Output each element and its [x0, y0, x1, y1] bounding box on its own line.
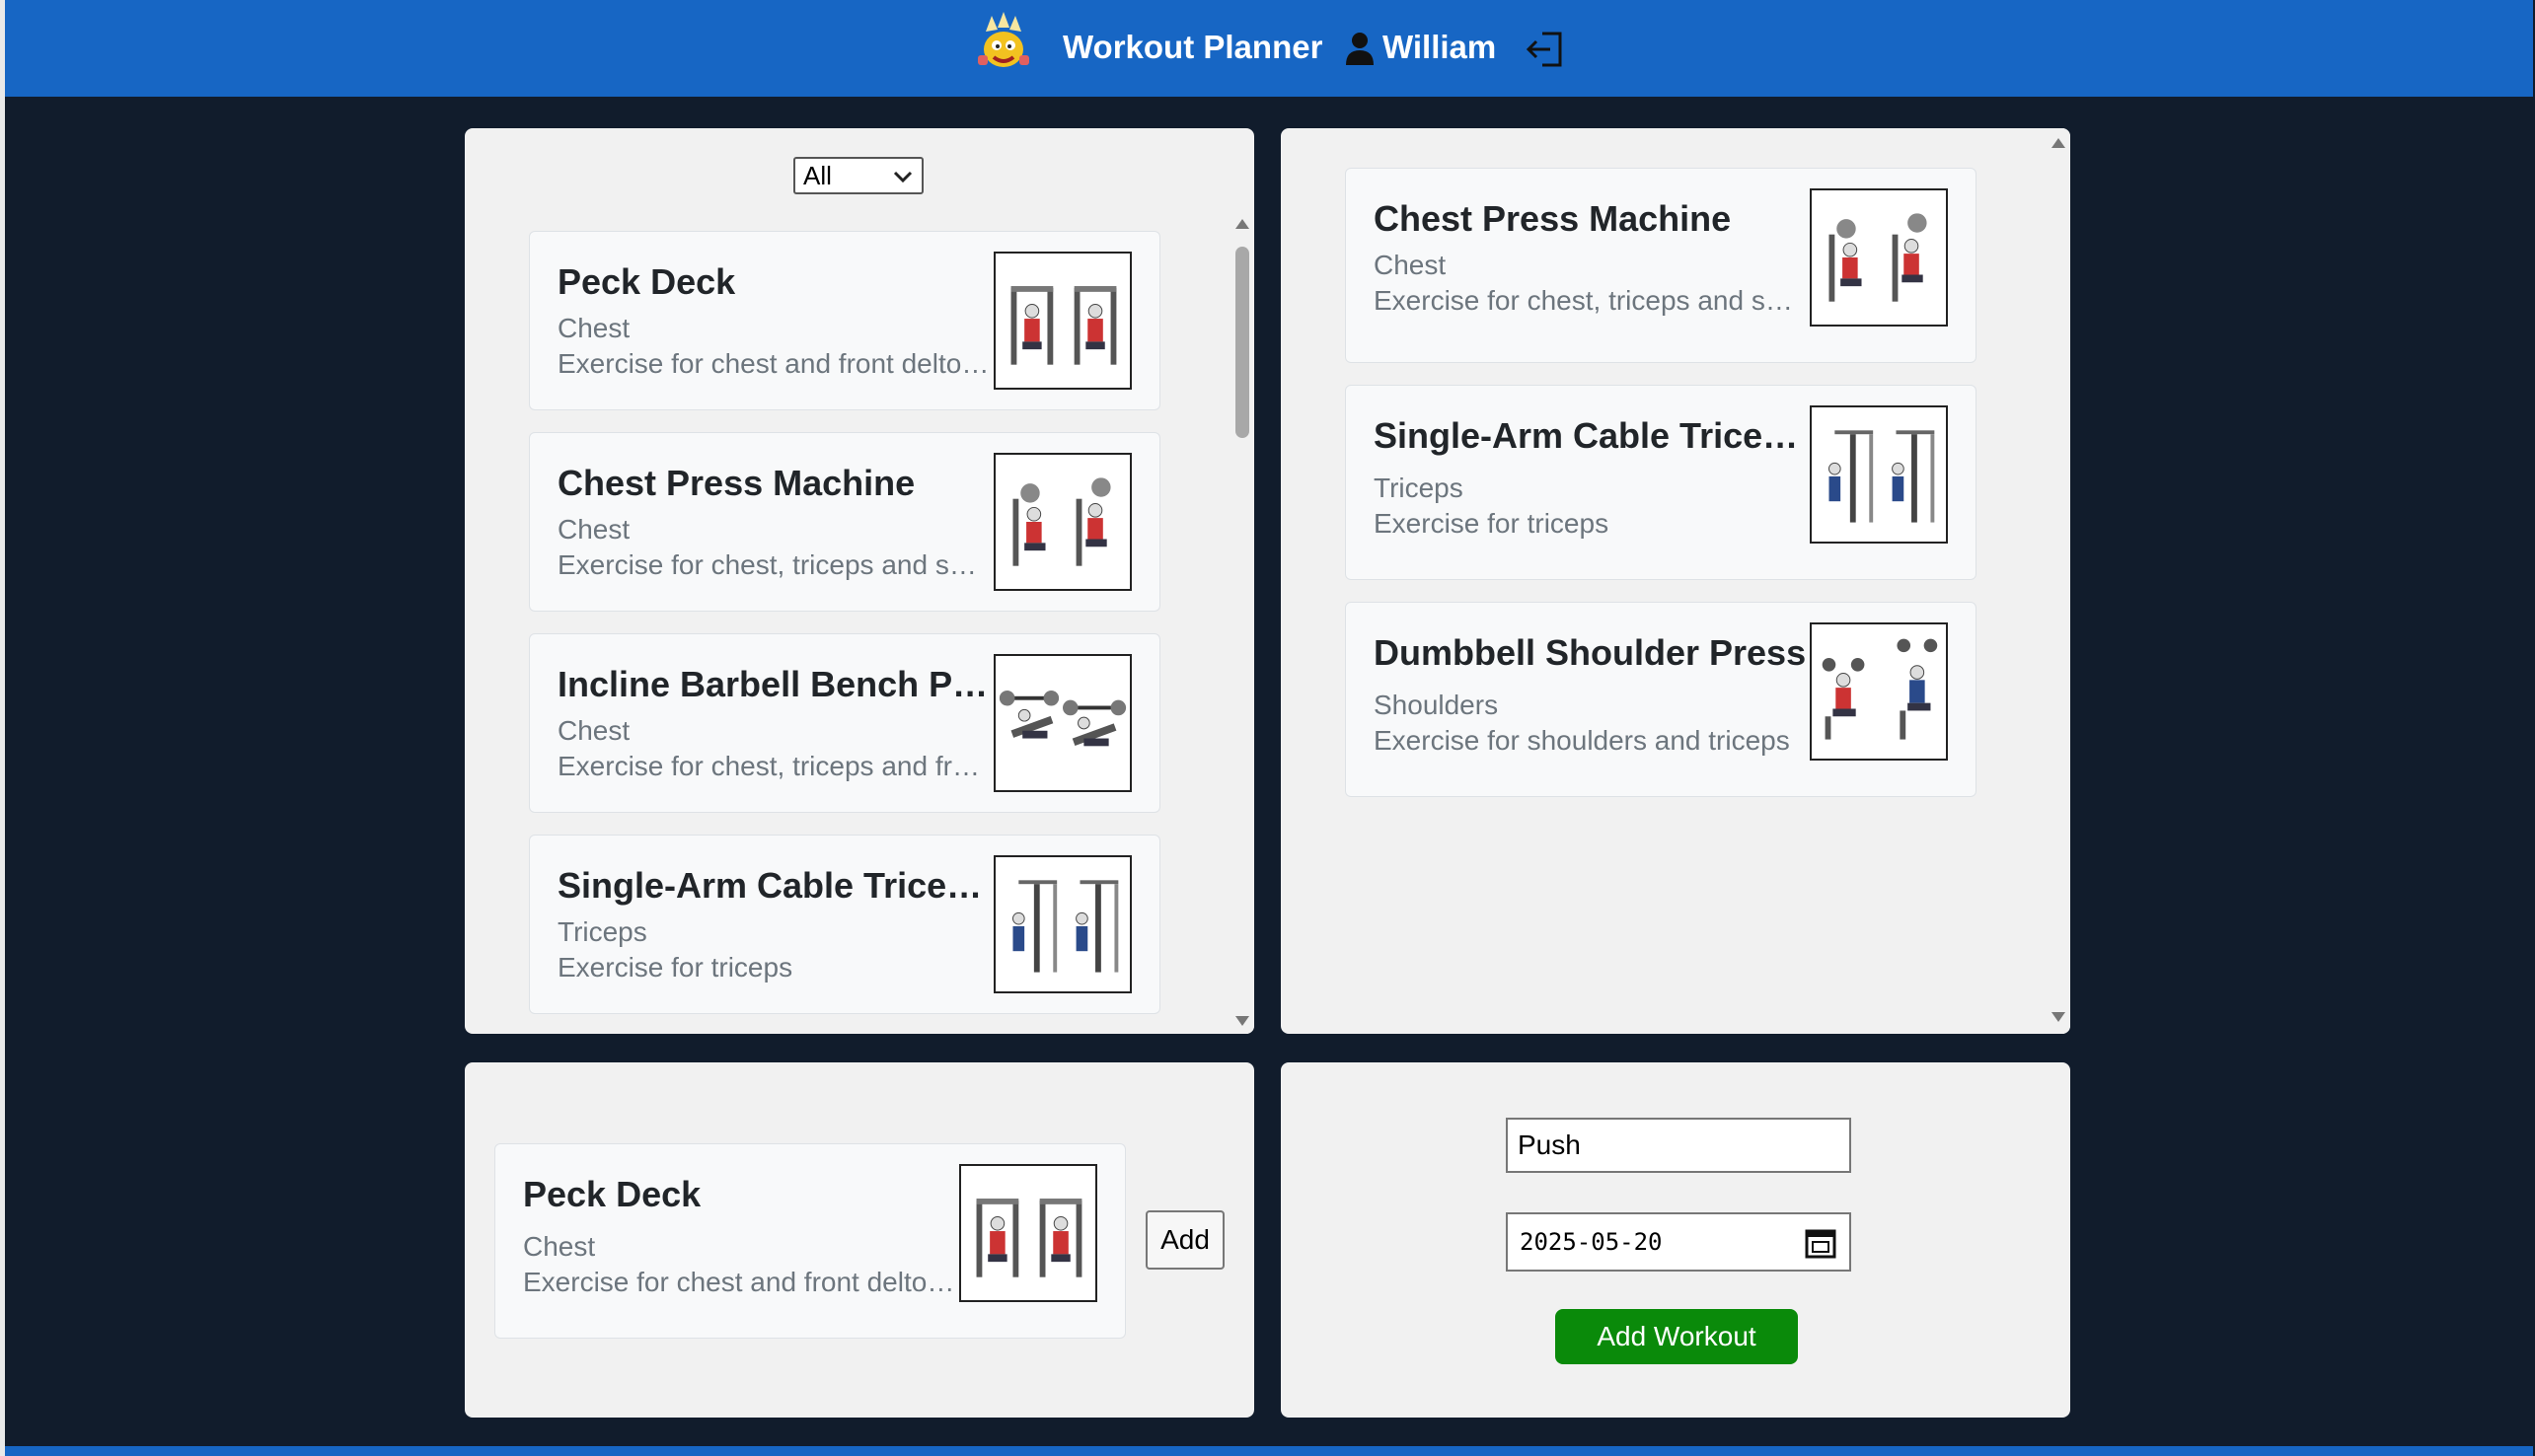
- exercise-title: Dumbbell Shoulder Press: [1374, 632, 1807, 673]
- exercise-title: Single-Arm Cable Triceps Extension: [1374, 415, 1808, 456]
- exercise-description: Exercise for chest, triceps and shoulder…: [1374, 285, 1808, 316]
- exercise-category: Chest: [558, 313, 631, 343]
- exercise-category: Chest: [1374, 250, 1447, 280]
- exercise-category: Chest: [558, 715, 631, 746]
- exercise-category: Triceps: [1374, 473, 1463, 503]
- workout-exercises-panel: Chest Press Machine Chest Exercise for c…: [1281, 128, 2070, 1034]
- selected-exercise-card[interactable]: Peck Deck Chest Exercise for chest and f…: [494, 1143, 1126, 1339]
- workout-card-shoulder-press[interactable]: Dumbbell Shoulder Press Shoulders Exerci…: [1345, 602, 1976, 797]
- app-title: Workout Planner: [1063, 29, 1323, 65]
- cable-triceps-illustration: [994, 855, 1132, 993]
- exercise-description: Exercise for chest, triceps and front de…: [558, 751, 992, 781]
- exercise-title: Chest Press Machine: [558, 463, 916, 503]
- selected-exercise-panel: Peck Deck Chest Exercise for chest and f…: [465, 1062, 1254, 1418]
- exercise-catalog-panel: All Peck Deck Chest Exercise for chest a…: [465, 128, 1254, 1034]
- incline-bench-illustration: [994, 654, 1132, 792]
- exercise-category: Shoulders: [1374, 690, 1499, 720]
- scroll-up-icon[interactable]: [1234, 217, 1250, 231]
- exercise-title: Peck Deck: [523, 1174, 702, 1214]
- exercise-card-cable-triceps[interactable]: Single-Arm Cable Triceps Extension Trice…: [529, 835, 1160, 1014]
- chevron-down-icon: [893, 171, 913, 183]
- mascot-logo-icon: [978, 12, 1029, 67]
- window-edge: [0, 0, 5, 1456]
- exercise-card-chest-press[interactable]: Chest Press Machine Chest Exercise for c…: [529, 432, 1160, 612]
- chest-press-illustration: [1810, 188, 1948, 327]
- exercise-title: Single-Arm Cable Triceps Extension: [558, 865, 992, 906]
- exercise-description: Exercise for chest, triceps and shoulder…: [558, 549, 992, 580]
- exercise-category: Chest: [523, 1231, 596, 1262]
- filter-selected-value: All: [803, 161, 832, 190]
- app-header: Workout Planner William: [5, 0, 2533, 97]
- exercise-description: Exercise for chest and front deltoids: [558, 348, 992, 379]
- exercise-description: Exercise for shoulders and triceps: [1374, 725, 1790, 756]
- logout-icon[interactable]: [1525, 30, 1566, 69]
- scroll-up-icon[interactable]: [2050, 136, 2066, 150]
- workout-date-input[interactable]: 2025-05-20: [1506, 1212, 1851, 1272]
- chest-press-illustration: [994, 453, 1132, 591]
- calendar-icon[interactable]: [1804, 1226, 1837, 1260]
- app-root: Workout Planner William All Peck Deck Ch…: [0, 0, 2535, 1456]
- workout-card-cable-triceps[interactable]: Single-Arm Cable Triceps Extension Trice…: [1345, 385, 1976, 580]
- exercise-category: Chest: [558, 514, 631, 545]
- shoulder-press-illustration: [1810, 622, 1948, 761]
- scroll-down-icon[interactable]: [2050, 1010, 2066, 1024]
- date-value: 2025-05-20: [1520, 1228, 1663, 1256]
- user-icon: [1346, 33, 1374, 65]
- cable-triceps-illustration: [1810, 405, 1948, 544]
- exercise-card-incline-bench[interactable]: Incline Barbell Bench Press Chest Exerci…: [529, 633, 1160, 813]
- add-workout-button[interactable]: Add Workout: [1555, 1309, 1798, 1364]
- workout-card-chest-press[interactable]: Chest Press Machine Chest Exercise for c…: [1345, 168, 1976, 363]
- peck-deck-illustration: [959, 1164, 1097, 1302]
- peck-deck-illustration: [994, 252, 1132, 390]
- exercise-category: Triceps: [558, 916, 647, 947]
- exercise-description: Exercise for chest and front deltoids: [523, 1267, 957, 1297]
- exercise-description: Exercise for triceps: [1374, 508, 1609, 539]
- exercise-list-scrollbar[interactable]: [1230, 211, 1254, 1034]
- workout-form-panel: Push 2025-05-20 Add Workout: [1281, 1062, 2070, 1418]
- workout-list-scrollbar[interactable]: [2047, 128, 2070, 1034]
- exercise-title: Chest Press Machine: [1374, 198, 1732, 239]
- category-filter-select[interactable]: All: [793, 157, 924, 194]
- scroll-down-icon[interactable]: [1234, 1014, 1250, 1028]
- exercise-title: Peck Deck: [558, 261, 736, 302]
- user-name: William: [1382, 29, 1497, 65]
- exercise-description: Exercise for triceps: [558, 952, 793, 983]
- exercise-title: Incline Barbell Bench Press: [558, 664, 992, 704]
- add-exercise-button[interactable]: Add: [1146, 1210, 1225, 1270]
- scroll-thumb[interactable]: [1235, 247, 1249, 438]
- workout-name-input[interactable]: Push: [1506, 1118, 1851, 1173]
- footer-bar: [5, 1446, 2533, 1456]
- exercise-card-peck-deck[interactable]: Peck Deck Chest Exercise for chest and f…: [529, 231, 1160, 410]
